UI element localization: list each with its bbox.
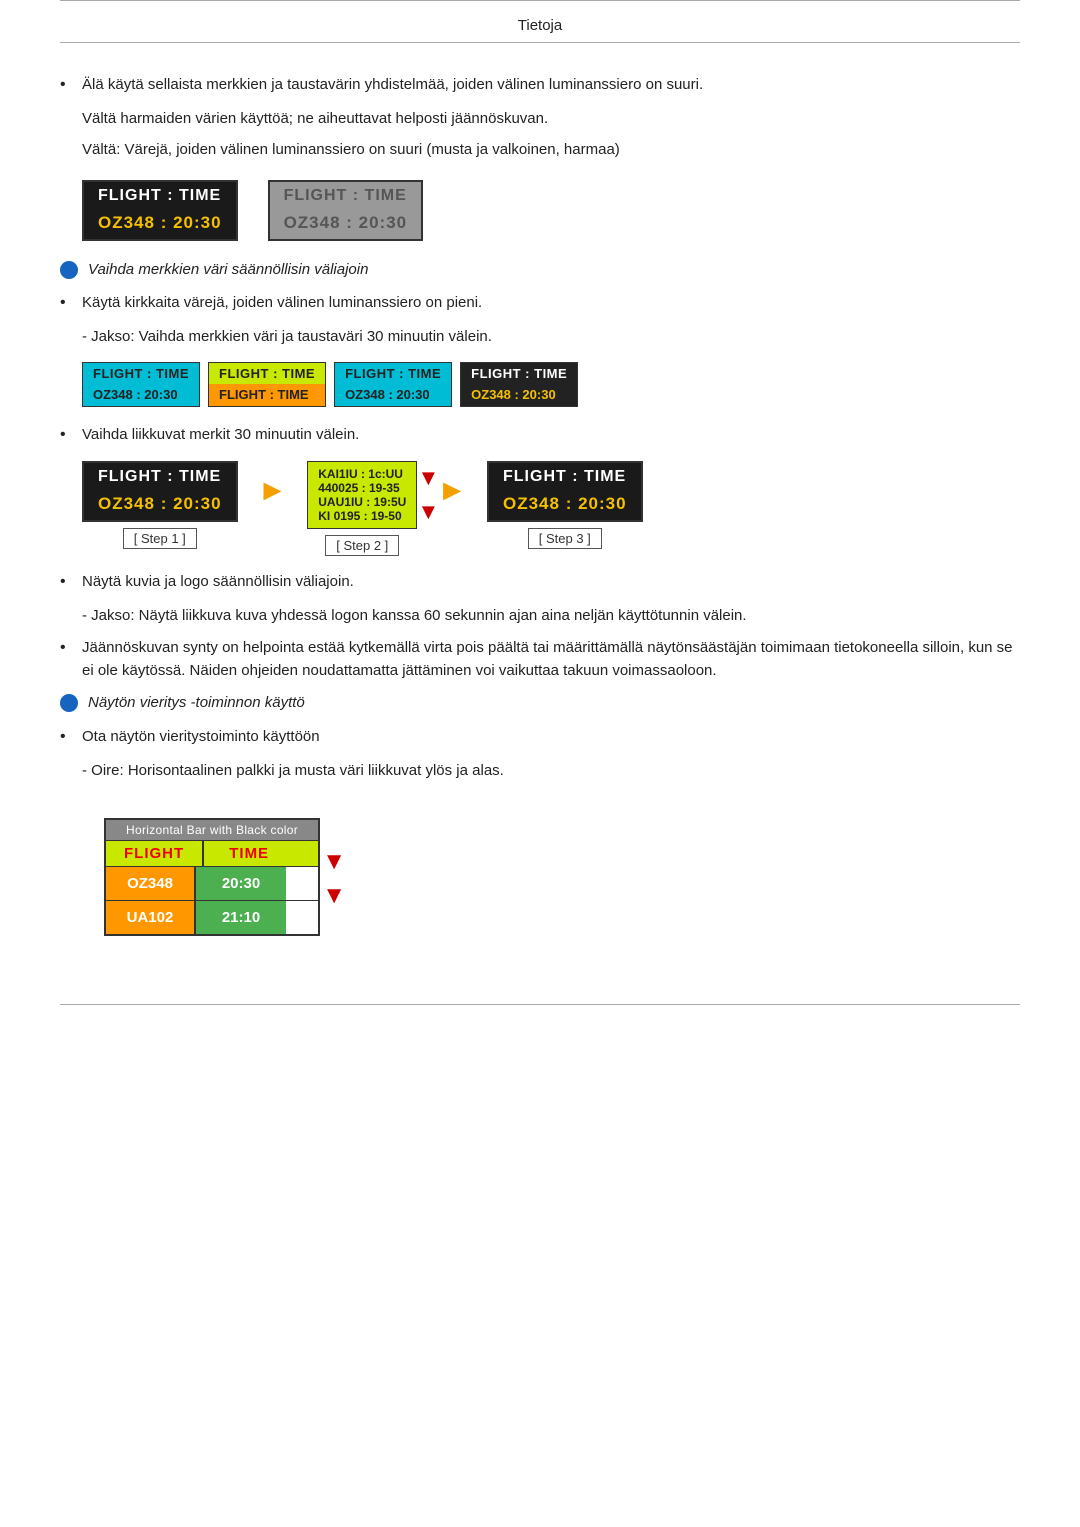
bullet-item-3: • Vaihda liikkuvat merkit 30 minuutin vä… xyxy=(60,423,1020,447)
bullet-6-marker: • xyxy=(60,725,82,749)
hbar-row-1: OZ348 20:30 xyxy=(106,866,318,900)
hbar-header-left: FLIGHT xyxy=(106,841,204,866)
bullet-5-text: Jäännöskuvan synty on helpointa estää ky… xyxy=(82,636,1020,683)
step2-down-arrow-top: ▼ xyxy=(418,465,440,491)
bullet-5-marker: • xyxy=(60,636,82,660)
step-1-item: FLIGHT : TIME OZ348 : 20:30 [ Step 1 ] xyxy=(82,461,238,549)
step-2-item: KAI1IU : 1c:UU 440025 : 19-35 UAU1IU : 1… xyxy=(307,461,417,556)
step2-r2: 440025 : 19-35 xyxy=(318,481,406,495)
cb-cyan-r1: FLIGHT : TIME xyxy=(83,363,199,384)
cb-ygr-box: FLIGHT : TIME FLIGHT : TIME xyxy=(208,362,326,407)
bullet-3-marker: • xyxy=(60,423,82,447)
bullet-1-text: Älä käytä sellaista merkkien ja taustavä… xyxy=(82,73,703,96)
blue-note-2-text: Näytön vieritys -toiminnon käyttö xyxy=(88,692,305,715)
gray-flight-box: FLIGHT : TIME OZ348 : 20:30 xyxy=(268,180,424,241)
step-arrow-1: ► xyxy=(258,461,288,521)
hbar-header-right: TIME xyxy=(204,841,294,866)
hbar-demo-wrapper: Horizontal Bar with Black color FLIGHT T… xyxy=(82,804,320,950)
blue-circle-icon xyxy=(60,261,78,279)
cb-dark-r1: FLIGHT : TIME xyxy=(461,363,577,384)
step3-row2: OZ348 : 20:30 xyxy=(489,490,641,520)
bullet-4-text: Näytä kuvia ja logo säännöllisin väliajo… xyxy=(82,570,354,593)
blue-note-2: Näytön vieritys -toiminnon käyttö xyxy=(60,692,1020,715)
step2-down-arrow-bot: ▼ xyxy=(418,499,440,525)
cb-cyan2-r2: OZ348 : 20:30 xyxy=(335,384,451,406)
dark-box-row2: OZ348 : 20:30 xyxy=(84,209,236,239)
dark-box-row1: FLIGHT : TIME xyxy=(84,182,236,209)
bullet-item-2: • Käytä kirkkaita värejä, joiden välinen… xyxy=(60,291,1020,315)
hbar-cell-oz-left: OZ348 xyxy=(106,867,196,900)
hbar-title: Horizontal Bar with Black color xyxy=(106,820,318,840)
step2-box: KAI1IU : 1c:UU 440025 : 19-35 UAU1IU : 1… xyxy=(307,461,417,529)
step-3-item: FLIGHT : TIME OZ348 : 20:30 [ Step 3 ] xyxy=(487,461,643,549)
bullet-6-text: Ota näytön vieritystoiminto käyttöön xyxy=(82,725,320,748)
blue-note-1: Vaihda merkkien väri säännöllisin väliaj… xyxy=(60,259,1020,282)
step-1-label: [ Step 1 ] xyxy=(123,528,197,549)
cb-dark-box: FLIGHT : TIME OZ348 : 20:30 xyxy=(460,362,578,407)
step2-r3: UAU1IU : 19:5U xyxy=(318,495,406,509)
dark-flight-box: FLIGHT : TIME OZ348 : 20:30 xyxy=(82,180,238,241)
hbar-row-2: UA102 21:10 xyxy=(106,900,318,934)
step1-row1: FLIGHT : TIME xyxy=(84,463,236,490)
step3-row1: FLIGHT : TIME xyxy=(489,463,641,490)
indent-2: Vältä: Värejä, joiden välinen luminanssi… xyxy=(82,138,1020,161)
step-3-label: [ Step 3 ] xyxy=(528,528,602,549)
blue-circle-icon-2 xyxy=(60,694,78,712)
hbar-container: Horizontal Bar with Black color FLIGHT T… xyxy=(104,818,320,936)
step2-r4: KI 0195 : 19-50 xyxy=(318,509,406,523)
display-boxes-row: FLIGHT : TIME OZ348 : 20:30 FLIGHT : TIM… xyxy=(82,180,1020,241)
step1-row2: OZ348 : 20:30 xyxy=(84,490,236,520)
step-arrow-2: ► xyxy=(437,461,467,521)
step1-flight-box: FLIGHT : TIME OZ348 : 20:30 xyxy=(82,461,238,522)
indent-4: - Jakso: Näytä liikkuva kuva yhdessä log… xyxy=(82,604,1020,627)
hbar-cell-oz-right: 20:30 xyxy=(196,867,286,900)
bullet-1-marker: • xyxy=(60,73,82,97)
cb-ygr-r2: FLIGHT : TIME xyxy=(209,384,325,406)
bullet-item-4: • Näytä kuvia ja logo säännöllisin välia… xyxy=(60,570,1020,594)
step2-r1: KAI1IU : 1c:UU xyxy=(318,467,406,481)
indent-1: Vältä harmaiden värien käyttöä; ne aiheu… xyxy=(82,107,1020,130)
cb-dark-r2: OZ348 : 20:30 xyxy=(461,384,577,406)
bullet-2-text: Käytä kirkkaita värejä, joiden välinen l… xyxy=(82,291,482,314)
bullet-2-marker: • xyxy=(60,291,82,315)
bullet-item-1: • Älä käytä sellaista merkkien ja tausta… xyxy=(60,73,1020,97)
cb-cyan-r2: OZ348 : 20:30 xyxy=(83,384,199,406)
page-title: Tietoja xyxy=(60,7,1020,43)
cb-cyan2-box: FLIGHT : TIME OZ348 : 20:30 xyxy=(334,362,452,407)
indent-5: - Oire: Horisontaalinen palkki ja musta … xyxy=(82,759,1020,782)
step-2-label: [ Step 2 ] xyxy=(325,535,399,556)
step3-flight-box: FLIGHT : TIME OZ348 : 20:30 xyxy=(487,461,643,522)
indent-3: - Jakso: Vaihda merkkien väri ja taustav… xyxy=(82,325,1020,348)
hbar-cell-ua-right: 21:10 xyxy=(196,901,286,934)
gray-box-row2: OZ348 : 20:30 xyxy=(270,209,422,239)
step-row: FLIGHT : TIME OZ348 : 20:30 [ Step 1 ] ►… xyxy=(82,461,1020,556)
blue-note-1-text: Vaihda merkkien väri säännöllisin väliaj… xyxy=(88,259,368,282)
bullet-3-text: Vaihda liikkuvat merkit 30 minuutin väle… xyxy=(82,423,359,446)
cb-ygr-r1: FLIGHT : TIME xyxy=(209,363,325,384)
color-boxes-row: FLIGHT : TIME OZ348 : 20:30 FLIGHT : TIM… xyxy=(82,362,1020,407)
cb-cyan2-r1: FLIGHT : TIME xyxy=(335,363,451,384)
hbar-header-row: FLIGHT TIME xyxy=(106,840,318,866)
hbar-cell-ua-left: UA102 xyxy=(106,901,196,934)
cb-cyan-box: FLIGHT : TIME OZ348 : 20:30 xyxy=(82,362,200,407)
hbar-down-arrow-top: ▼ xyxy=(322,848,346,876)
bullet-item-5: • Jäännöskuvan synty on helpointa estää … xyxy=(60,636,1020,683)
bullet-item-6: • Ota näytön vieritystoiminto käyttöön xyxy=(60,725,1020,749)
gray-box-row1: FLIGHT : TIME xyxy=(270,182,422,209)
bullet-4-marker: • xyxy=(60,570,82,594)
hbar-down-arrow-bot: ▼ xyxy=(322,882,346,910)
